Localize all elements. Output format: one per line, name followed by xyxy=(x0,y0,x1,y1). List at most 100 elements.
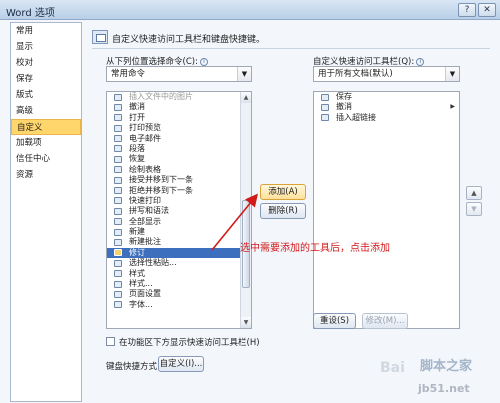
command-label: 恢复 xyxy=(129,154,145,164)
window-title: Word 选项 xyxy=(6,8,55,19)
customize-shortcuts-button[interactable]: 自定义(I)... xyxy=(158,356,204,372)
command-item[interactable]: 恢复 xyxy=(107,154,251,164)
modify-button[interactable]: 修改(M)... xyxy=(362,313,408,329)
command-label: 修订 xyxy=(129,247,145,257)
command-label: 新建批注 xyxy=(129,237,161,247)
command-label: 电子邮件 xyxy=(129,133,161,143)
new-comment-icon xyxy=(114,238,122,246)
close-button[interactable]: ✕ xyxy=(478,3,496,17)
draw-table-icon xyxy=(114,166,122,174)
quick-access-list[interactable]: 保存 撤消 ▶ 插入超链接 xyxy=(313,91,460,329)
command-item[interactable]: 打印预览 xyxy=(107,123,251,133)
nav-item[interactable]: 信任中心 xyxy=(11,151,81,167)
command-label: 接受并移到下一条 xyxy=(129,175,193,185)
choose-commands-dropdown[interactable]: 常用命令 ▼ xyxy=(106,66,252,82)
submenu-arrow-icon: ▶ xyxy=(450,103,455,111)
command-item[interactable]: 撤消▶ xyxy=(107,102,251,112)
new-document-icon xyxy=(114,228,122,236)
command-item[interactable]: 新建 xyxy=(107,227,251,237)
chevron-down-icon: ▼ xyxy=(445,67,459,81)
command-item[interactable]: 字体... xyxy=(107,300,251,310)
reject-change-icon xyxy=(114,187,122,195)
command-label: 绘制表格 xyxy=(129,164,161,174)
move-up-button[interactable]: ▲ xyxy=(466,186,482,200)
nav-item[interactable]: 高级 xyxy=(11,103,81,119)
commands-list[interactable]: 插入文件中的图片撤消▶打开打印预览电子邮件段落恢复绘制表格接受并移到下一条拒绝并… xyxy=(106,91,252,329)
command-item[interactable]: 绘制表格 xyxy=(107,165,251,175)
nav-item[interactable]: 常用 xyxy=(11,23,81,39)
command-item[interactable]: 接受并移到下一条 xyxy=(107,175,251,185)
chevron-down-icon: ▼ xyxy=(237,67,251,81)
command-label: 打印预览 xyxy=(129,123,161,133)
command-item[interactable]: 页面设置 xyxy=(107,289,251,299)
quick-access-item[interactable]: 撤消 ▶ xyxy=(314,102,459,112)
command-item[interactable]: 快速打印 xyxy=(107,196,251,206)
options-window: 常用 显示 校对 保存 版式 高级 自定义 加载项 信任中心 资源 自定义快速访问工具栏和键盘快捷… xyxy=(0,20,500,403)
scroll-up-icon[interactable]: ▲ xyxy=(241,92,251,103)
command-item[interactable]: 选择性粘贴... xyxy=(107,258,251,268)
command-label: 字体... xyxy=(129,299,153,309)
command-item[interactable]: 样式... xyxy=(107,279,251,289)
site-watermark: 脚本之家 xyxy=(420,359,473,374)
command-label: 打开 xyxy=(129,112,145,122)
below-ribbon-checkbox[interactable] xyxy=(106,337,115,346)
quick-access-item[interactable]: 保存 xyxy=(314,92,459,102)
command-item[interactable]: 拼写和语法 xyxy=(107,206,251,216)
quick-access-label: 插入超链接 xyxy=(336,112,376,122)
command-item[interactable]: 拒绝并移到下一条 xyxy=(107,186,251,196)
nav-item[interactable]: 资源 xyxy=(11,167,81,183)
command-item[interactable]: 段落 xyxy=(107,144,251,154)
annotation-text: 选中需要添加的工具后，点击添加 xyxy=(240,243,390,254)
nav-item[interactable]: 保存 xyxy=(11,71,81,87)
save-icon xyxy=(321,93,329,101)
command-label: 拼写和语法 xyxy=(129,206,169,216)
command-item[interactable]: 插入文件中的图片 xyxy=(107,92,251,102)
pane-heading: 自定义快速访问工具栏和键盘快捷键。 xyxy=(112,35,266,45)
command-item[interactable]: 新建批注 xyxy=(107,237,251,247)
choose-commands-value: 常用命令 xyxy=(111,69,146,79)
hyperlink-icon xyxy=(321,114,329,122)
command-item[interactable]: 电子邮件 xyxy=(107,134,251,144)
add-button[interactable]: 添加(A) >> xyxy=(260,184,306,211)
track-changes-icon xyxy=(114,249,122,257)
command-label: 样式 xyxy=(129,268,145,278)
nav-item[interactable]: 自定义 xyxy=(11,119,81,135)
nav-item[interactable]: 加载项 xyxy=(11,135,81,151)
command-item[interactable]: 修订 xyxy=(107,247,251,259)
keyboard-shortcuts-label: 键盘快捷方式: xyxy=(106,362,160,372)
command-item[interactable]: 打开 xyxy=(107,113,251,123)
undo-icon xyxy=(321,103,329,111)
scroll-down-icon[interactable]: ▼ xyxy=(241,317,251,328)
open-folder-icon xyxy=(114,114,122,122)
command-label: 全部显示 xyxy=(129,216,161,226)
baidu-watermark: Bai xyxy=(380,360,405,376)
command-label: 样式... xyxy=(129,279,153,289)
remove-button[interactable]: 删除(R) xyxy=(260,203,306,219)
email-icon xyxy=(114,135,122,143)
nav-item[interactable]: 校对 xyxy=(11,55,81,71)
nav-item[interactable]: 版式 xyxy=(11,87,81,103)
site-url-watermark: jb51.net xyxy=(418,382,470,395)
command-label: 段落 xyxy=(129,143,145,153)
nav-item[interactable]: 显示 xyxy=(11,39,81,55)
style-icon xyxy=(114,270,122,278)
title-bar: Word 选项 ? ✕ xyxy=(0,0,500,20)
help-button[interactable]: ? xyxy=(458,3,476,17)
command-label: 插入文件中的图片 xyxy=(129,92,193,101)
customize-pane: 自定义快速访问工具栏和键盘快捷键。 从下列位置选择命令(C): i 常用命令 ▼ … xyxy=(86,20,496,403)
command-label: 新建 xyxy=(129,227,145,237)
command-label: 页面设置 xyxy=(129,289,161,299)
commands-scrollbar[interactable]: ▲ ▼ xyxy=(240,92,251,328)
move-up-icon: ▲ xyxy=(471,189,477,197)
undo-icon xyxy=(114,103,122,111)
show-all-icon xyxy=(114,218,122,226)
quick-access-item[interactable]: 插入超链接 xyxy=(314,113,459,123)
command-item[interactable]: 样式I▾ xyxy=(107,269,251,279)
reset-button[interactable]: 重设(S) xyxy=(313,313,356,329)
picture-icon xyxy=(114,93,122,101)
move-down-button[interactable]: ▼ xyxy=(466,202,482,216)
page-setup-icon xyxy=(114,290,122,298)
paragraph-icon xyxy=(114,145,122,153)
command-item[interactable]: 全部显示 xyxy=(107,217,251,227)
toolbar-scope-dropdown[interactable]: 用于所有文档(默认) ▼ xyxy=(313,66,460,82)
